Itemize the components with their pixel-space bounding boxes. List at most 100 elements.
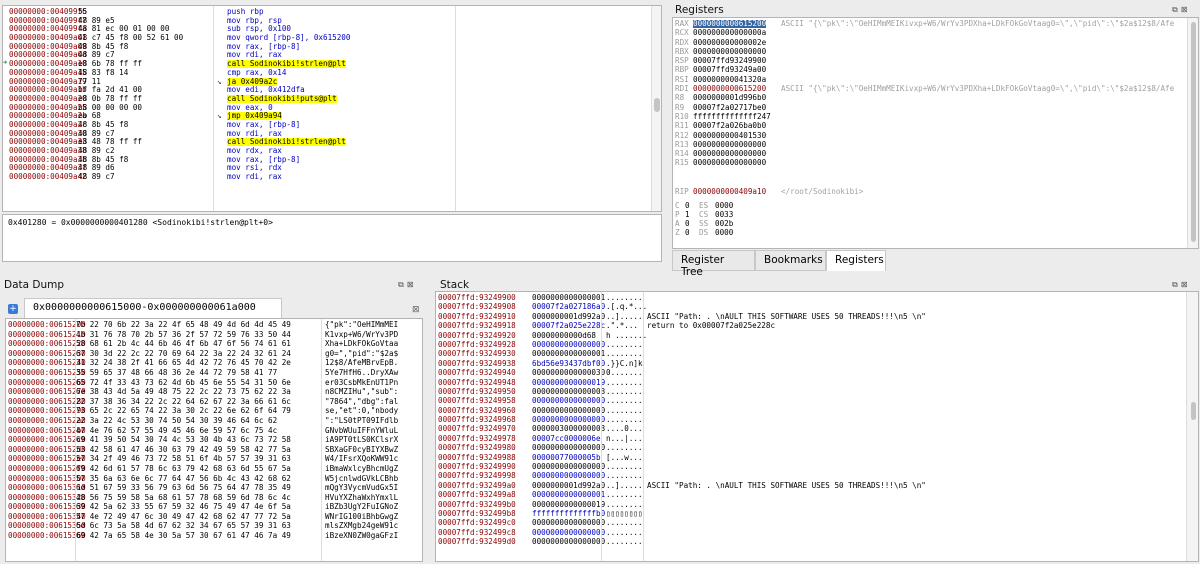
stack-comment: ASCII "Path: . \nAULT THIS SOFTWARE USES… (647, 311, 926, 321)
stack-value: 0000000001d992a0 (532, 480, 606, 490)
stack-ascii: ....0... (606, 424, 643, 434)
disasm-bytes: 48 89 c7 (78, 172, 115, 182)
dump-hex: 57 35 6a 63 6e 6c 77 64 47 56 6b 4c 43 4… (76, 473, 291, 483)
disasm-instruction: mov qword [rbp-8], 0x615200 (227, 33, 351, 43)
dump-row[interactable]: 00000000:00615360 69 42 7a 65 58 4e 30 5a… (8, 532, 420, 542)
dump-hex: 57 34 2f 49 46 73 72 58 51 6f 4b 57 57 3… (76, 454, 291, 464)
disasm-bytes: 48 89 c2 (78, 146, 115, 155)
dump-hex: 69 42 5a 62 33 55 67 59 32 46 75 49 47 4… (76, 502, 291, 512)
dump-ascii: W4/IFsrXQoKWW91c (325, 454, 399, 464)
dump-hex: 6e 38 43 4d 5a 49 48 75 22 2c 22 73 75 6… (76, 387, 291, 397)
tab-bookmarks[interactable]: Bookmarks (755, 250, 826, 271)
dump-hex: 53 42 58 61 47 46 30 63 79 42 49 59 58 4… (76, 444, 291, 454)
disasm-row[interactable]: 00000000:00409a42 48 89 c7 mov rdi, rax (3, 173, 651, 182)
dump-ascii: ":"LS0tPT09IFdlb (325, 415, 399, 425)
stack-ascii: 0....... (606, 368, 643, 378)
stack-value: 0000000000000000 (532, 396, 606, 406)
register-value: 0000000000401530 (693, 130, 767, 140)
dump-ascii: iBZb3UgY2FuIGNoZ (325, 502, 399, 512)
dump-ascii: K1vxp+W6/WrYv3PD (325, 329, 399, 339)
dump-hex: 57 4e 72 49 47 6c 30 49 47 42 68 62 47 7… (76, 511, 291, 521)
dump-hex: 4b 31 76 78 70 2b 57 36 2f 57 72 59 76 3… (76, 329, 291, 339)
stack-ascii: .}}C.n]k (606, 358, 643, 368)
flag-value: 1 (685, 210, 690, 219)
scroll-thumb[interactable] (1191, 402, 1196, 420)
stack-address: 00007ffd:93249968 (438, 415, 516, 425)
stack-value: 0000000000000000 (532, 471, 606, 481)
stack-address: 00007ffd:93249988 (438, 452, 516, 462)
register-name: RBX (675, 46, 689, 56)
stack-ascii: n...|... (606, 433, 643, 443)
stack-window-buttons[interactable]: ⧉⊠ (1172, 280, 1190, 290)
stack-scrollbar[interactable] (1186, 292, 1198, 561)
stack-address: 00007ffd:93249938 (438, 358, 516, 368)
dump-ascii: GNvbWUuIFFnYWluL (325, 425, 399, 435)
dump-window-buttons[interactable]: ⧉⊠ (398, 280, 416, 290)
stack-value: 0000000000000000 (532, 443, 606, 453)
stack-row[interactable]: 00007ffd:932499d0 0000000000000000.......… (438, 538, 1183, 547)
stack-value: 0000000000000019 (532, 377, 606, 387)
dump-ascii: er03CsbMkEnUT1Pn (325, 377, 399, 387)
register-value: 000000000000002e (693, 37, 767, 47)
registers-window-buttons[interactable]: ⧉⊠ (1172, 5, 1190, 15)
stack-value: 00000000000d68 (532, 330, 597, 340)
disasm-bytes: e8 6b 78 ff ff (78, 59, 143, 69)
stack-ascii: h ....... (606, 330, 648, 340)
scroll-thumb[interactable] (1191, 22, 1196, 242)
add-tab-icon[interactable]: + (8, 304, 18, 314)
disasm-instruction: push rbp (227, 7, 264, 16)
disasm-bytes: 55 (78, 7, 88, 16)
dump-hex: 65 72 4f 33 43 73 62 4d 6b 45 6e 55 54 3… (76, 377, 291, 387)
dump-hex: 48 56 75 59 58 5a 68 61 57 78 68 59 6d 7… (76, 492, 291, 502)
disasm-address: 00000000:00409a2c (9, 119, 87, 129)
dump-hex: 69 41 39 50 54 30 74 4c 53 30 4b 43 6c 7… (76, 435, 291, 445)
stack-value: 0000000000000001 (532, 293, 606, 302)
disasm-address: 00000000:00409a15 (9, 67, 87, 77)
disassembly-scrollbar[interactable] (651, 6, 661, 211)
tab-dump-range[interactable]: 0x0000000000615000-0x000000000061a000 (24, 298, 282, 318)
dump-ascii: se,"et":0,"nbody (325, 406, 399, 416)
current-ip-arrow-icon: ➔ (2, 58, 8, 69)
dump-hex: 7b 22 70 6b 22 3a 22 4f 65 48 49 4d 6d 4… (76, 320, 291, 329)
info-line: 0x401280 = 0x0000000000401280 <Sodinokib… (8, 218, 273, 227)
register-row[interactable]: R15 0000000000000000 (675, 159, 1185, 168)
dump-ascii: n8CMZIHu","sub": (325, 387, 399, 397)
tab-registers[interactable]: Registers (826, 250, 886, 271)
close-tab-icon[interactable]: ⊠ (412, 305, 420, 315)
stack-ascii: ........ (606, 377, 643, 387)
register-name: RBP (675, 65, 689, 75)
register-value: 000000000000000a (693, 28, 767, 38)
register-rows: RAX 0000000000615200 ASCII "{\"pk\":\"OeHI… (675, 20, 1185, 169)
disasm-instruction: cmp rax, 0x14 (227, 67, 287, 77)
stack-ascii: ........ (606, 490, 643, 500)
stack-address: 00007ffd:93249980 (438, 443, 516, 453)
stack-ascii: .".*... (606, 321, 639, 331)
register-name: R8 (675, 93, 685, 103)
scroll-thumb[interactable] (654, 98, 660, 112)
flag-value: 0 (685, 219, 690, 228)
stack-ascii: ........ (606, 443, 643, 453)
disasm-instruction: mov rax, [rbp-8] (227, 119, 301, 129)
register-name: RDI (675, 84, 689, 94)
dump-ascii: HVuYXZhaWxhYmxlL (325, 492, 399, 502)
disasm-bytes: 48 8b 45 f8 (78, 119, 129, 129)
flag-row[interactable]: Z 0 DS 0000 (675, 229, 755, 238)
stack-address: 00007ffd:93249940 (438, 368, 516, 378)
registers-panel: RAX 0000000000615200 ASCII "{\"pk\":\"OeHI… (672, 17, 1199, 249)
disasm-address: 00000000:004099f6 (9, 7, 87, 16)
column-divider (321, 319, 322, 561)
tab-register-tree[interactable]: Register Tree (672, 250, 755, 278)
register-name: RAX (675, 19, 689, 28)
column-divider (213, 6, 214, 211)
dump-ascii: mQgY3VycmVudGx5I (325, 483, 399, 493)
stack-address: 00007ffd:932499b8 (438, 508, 516, 518)
stack-ascii: ........ (606, 386, 643, 396)
register-name: RCX (675, 28, 689, 38)
stack-address: 00007ffd:932499d0 (438, 537, 516, 547)
dump-ascii: g0=","pid":"$2a$ (325, 348, 399, 358)
stack-address: 00007ffd:93249958 (438, 396, 516, 406)
registers-scrollbar[interactable] (1187, 18, 1198, 248)
stack-ascii: ........ (606, 396, 643, 406)
stack-rows: 00007ffd:93249900 0000000000000001.......… (438, 294, 1183, 548)
stack-ascii: [...w... (606, 452, 643, 462)
